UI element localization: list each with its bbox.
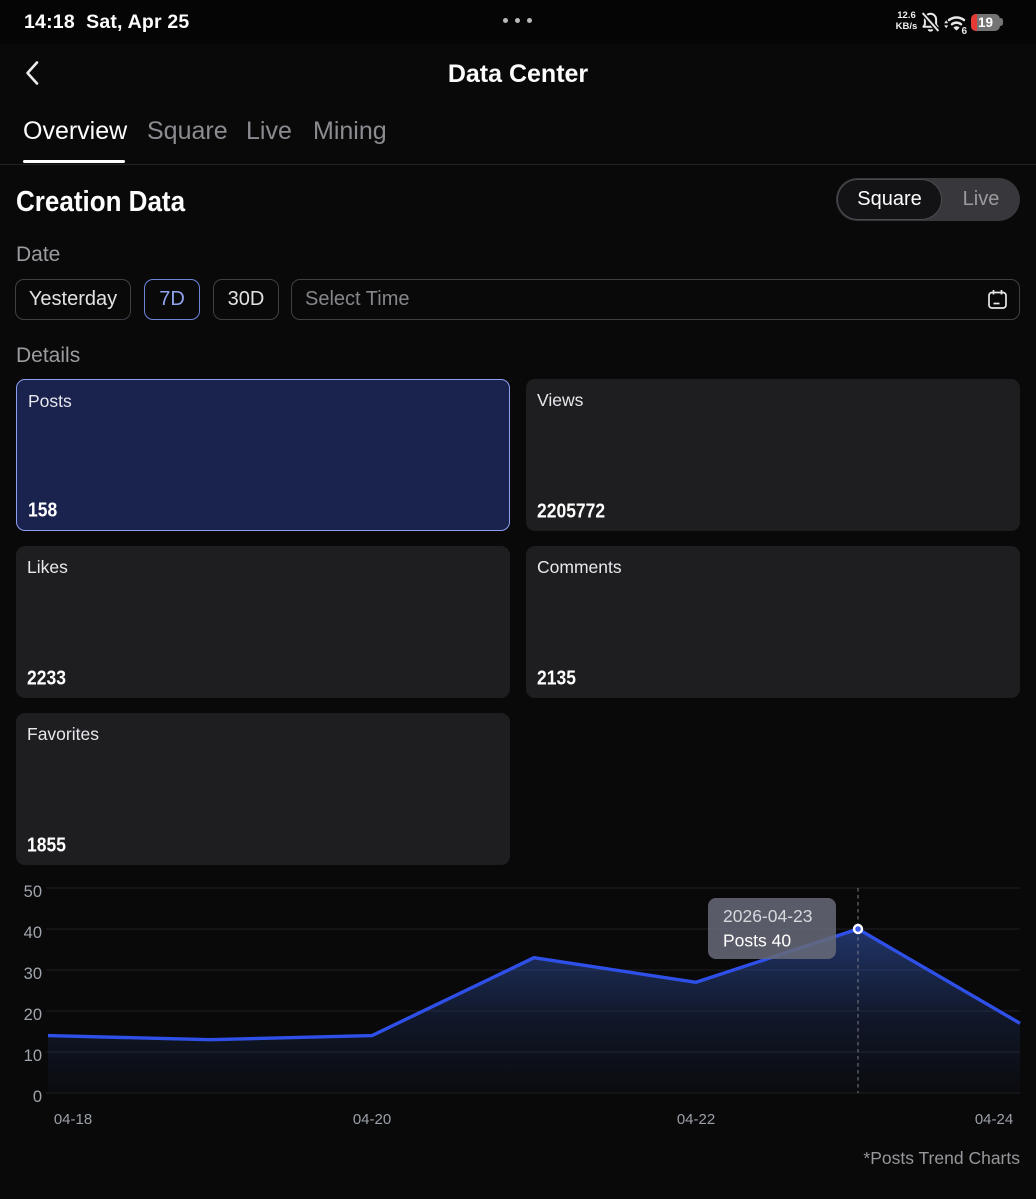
svg-text:2026-04-23: 2026-04-23: [723, 906, 813, 926]
svg-text:04-18: 04-18: [54, 1111, 92, 1128]
svg-text:*Posts Trend Charts: *Posts Trend Charts: [863, 1148, 1020, 1168]
svg-text:50: 50: [24, 883, 42, 901]
svg-text:10: 10: [24, 1047, 42, 1065]
svg-text:40: 40: [24, 924, 42, 942]
svg-text:04-22: 04-22: [677, 1111, 715, 1128]
svg-text:0: 0: [33, 1088, 42, 1106]
svg-text:04-20: 04-20: [353, 1111, 391, 1128]
svg-text:Posts 40: Posts 40: [723, 931, 791, 951]
svg-text:04-24: 04-24: [975, 1111, 1013, 1128]
svg-text:30: 30: [24, 965, 42, 983]
svg-text:6: 6: [962, 26, 968, 35]
svg-text:20: 20: [24, 1006, 42, 1024]
